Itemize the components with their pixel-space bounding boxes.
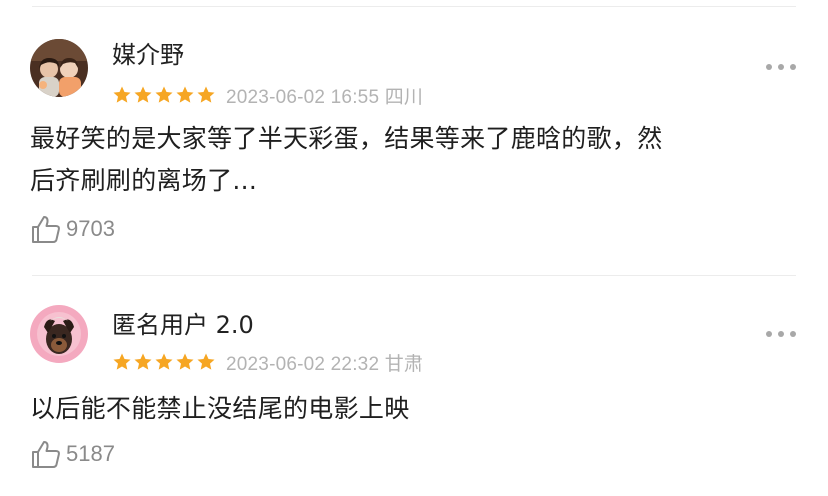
star-icon xyxy=(134,353,152,370)
like-button[interactable]: 9703 xyxy=(30,213,115,245)
star-icon xyxy=(197,86,215,103)
date-location: 2023-06-02 16:55 四川 xyxy=(226,86,424,108)
comment-text-line: 后齐刷刷的离场了... xyxy=(30,166,258,195)
more-options-icon[interactable] xyxy=(766,62,796,72)
comment-text-line: 最好笑的是大家等了半天彩蛋，结果等来了鹿晗的歌，然 xyxy=(30,124,663,153)
star-icon xyxy=(176,353,194,370)
photo-avatar-dog-icon xyxy=(30,305,88,363)
star-icon xyxy=(113,353,131,370)
comment-content: 以后能不能禁止没结尾的电影上映 xyxy=(30,388,410,430)
rating-stars xyxy=(112,352,216,372)
username[interactable]: 媒介野 xyxy=(112,41,184,69)
like-count: 9703 xyxy=(66,216,115,241)
star-icon xyxy=(155,353,173,370)
comment-text-line: 以后能不能禁止没结尾的电影上映 xyxy=(30,394,410,423)
user-avatar[interactable] xyxy=(30,39,88,97)
thumbs-up-icon xyxy=(32,441,60,468)
comment-content: 最好笑的是大家等了半天彩蛋，结果等来了鹿晗的歌，然 后齐刷刷的离场了... xyxy=(30,118,663,202)
more-options-icon[interactable] xyxy=(766,329,796,339)
user-avatar[interactable] xyxy=(30,305,88,363)
rating-stars xyxy=(112,85,216,105)
comment-meta: 2023-06-02 16:55 四川 xyxy=(112,83,424,108)
star-icon xyxy=(113,86,131,103)
star-icon xyxy=(197,353,215,370)
comment-list: 媒介野 2023-06-02 16:55 四川 最好笑的是大家等了半天彩蛋，结果… xyxy=(0,0,828,496)
username[interactable]: 匿名用户 2.0 xyxy=(112,311,254,339)
star-icon xyxy=(176,86,194,103)
like-button[interactable]: 5187 xyxy=(30,438,115,470)
star-icon xyxy=(134,86,152,103)
comment-meta: 2023-06-02 22:32 甘肃 xyxy=(112,350,424,375)
date-location: 2023-06-02 22:32 甘肃 xyxy=(226,353,424,375)
top-divider xyxy=(32,6,796,7)
photo-avatar-two-children-icon xyxy=(30,39,88,97)
star-icon xyxy=(155,86,173,103)
comment-divider xyxy=(32,275,796,276)
like-count: 5187 xyxy=(66,441,115,466)
thumbs-up-icon xyxy=(32,216,60,243)
